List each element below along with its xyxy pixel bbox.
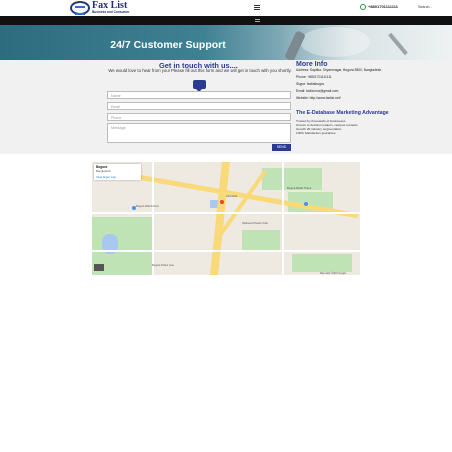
info-address: Address: Saptika, Shyamnagar, Bogura 580… xyxy=(296,68,383,72)
advantage-title: The E-Database Marketing Advantage xyxy=(296,110,389,116)
site-logo[interactable]: Fax List Business and Consumer xyxy=(70,0,132,16)
header-phone[interactable]: +8801701111111 xyxy=(360,4,398,10)
map-park xyxy=(242,230,280,252)
more-info-title: More Info xyxy=(296,61,328,68)
nav-bar xyxy=(0,16,452,25)
email-field[interactable]: Email xyxy=(107,102,291,110)
map-label: Bogura Model Thana xyxy=(287,187,312,190)
hero-banner: 24/7 Customer Support xyxy=(0,25,452,60)
place-pin-icon[interactable] xyxy=(304,202,308,206)
map-road xyxy=(92,250,360,252)
map-label: Bogura Zilla School xyxy=(136,205,159,208)
page: Fax List Business and Consumer +88017011… xyxy=(0,0,452,452)
view-larger-map-link[interactable]: View larger map xyxy=(96,175,139,179)
logo-tagline: Business and Consumer xyxy=(92,10,130,14)
info-email[interactable]: Email: faxlist.ma@gmail.com xyxy=(296,89,338,93)
map-park xyxy=(292,254,352,272)
map-credit: Map data ©2023 Google xyxy=(320,272,347,275)
map-zoom-control[interactable] xyxy=(94,264,104,271)
info-phone: Phone: +8801701111111 xyxy=(296,75,332,79)
search-link[interactable]: Search... xyxy=(418,5,432,9)
info-skype: Skype: faxlistbogra xyxy=(296,82,324,86)
menu-icon[interactable] xyxy=(254,5,260,10)
contact-section: Get in touch with us.... We would love t… xyxy=(0,60,452,154)
name-field[interactable]: Name xyxy=(107,91,291,99)
info-website[interactable]: Website: http://www.faxlist.net/ xyxy=(296,96,341,100)
map-label: Satmatha xyxy=(226,195,238,198)
globe-logo-icon xyxy=(70,1,90,15)
map-road xyxy=(152,162,154,275)
map-place-sub: Bangladesh xyxy=(96,169,111,173)
location-pin-icon[interactable] xyxy=(220,200,224,204)
map-label: Shaheed Khokon Park xyxy=(242,222,268,225)
map-info-card: Bogura Bangladesh View larger map xyxy=(94,164,141,180)
send-button[interactable]: SEND xyxy=(272,144,291,151)
hero-title: 24/7 Customer Support xyxy=(110,39,226,51)
chat-bubble-icon xyxy=(193,80,206,92)
contact-intro: We would love to hear from you! Please f… xyxy=(108,68,292,73)
hero-pen-image-2 xyxy=(388,32,408,56)
phone-field[interactable]: Phone xyxy=(107,113,291,121)
top-header: Fax List Business and Consumer +88017011… xyxy=(0,0,452,16)
map-road xyxy=(282,162,284,275)
map-road xyxy=(92,212,360,214)
nav-toggle-icon[interactable] xyxy=(255,19,260,22)
list-item: 100% Satisfaction guarantee xyxy=(296,131,336,135)
whatsapp-icon xyxy=(360,4,366,10)
advantage-list: Trusted by thousands of businesses Acces… xyxy=(296,119,358,135)
message-field[interactable]: Message xyxy=(107,123,291,143)
map-label: Bogura Police Line xyxy=(152,264,174,267)
map-road-main xyxy=(210,162,230,275)
